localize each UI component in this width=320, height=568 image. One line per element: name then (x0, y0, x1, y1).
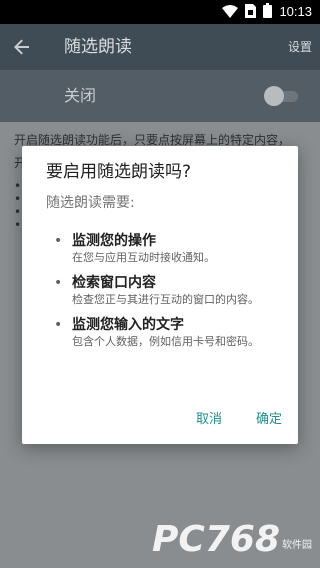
battery-icon (263, 2, 273, 22)
permission-list: • 监测您的操作 在您与应用互动时接收通知。 • 检索窗口内容 检查您正与其进行… (54, 232, 278, 358)
status-time: 10:13 (279, 4, 312, 19)
permission-title: 检索窗口内容 (72, 275, 156, 291)
page-title: 随选朗读 (64, 37, 132, 57)
permission-description: 包含个人数据，例如信用卡号和密码。 (72, 335, 259, 348)
cancel-button[interactable]: 取消 (196, 410, 222, 430)
permission-description: 检查您正与其进行互动的窗口的内容。 (72, 293, 259, 306)
dialog-subtitle: 随选朗读需要: (46, 195, 135, 211)
settings-button[interactable]: 设置 (288, 39, 312, 55)
permission-item: • 监测您输入的文字 包含个人数据，例如信用卡号和密码。 (54, 316, 278, 349)
switch-label: 关闭 (64, 86, 97, 105)
status-bar: 10:13 (0, 0, 320, 24)
master-switch-bar[interactable]: 关闭 (0, 70, 320, 122)
ok-button[interactable]: 确定 (256, 410, 282, 430)
bullet: • (54, 233, 63, 249)
status-icons: 10:13 (222, 2, 312, 22)
enable-service-dialog: 要启用随选朗读吗? 随选朗读需要: • 监测您的操作 在您与应用互动时接收通知。… (22, 146, 298, 444)
bullet: • (54, 275, 63, 291)
permission-item: • 检索窗口内容 检查您正与其进行互动的窗口的内容。 (54, 274, 278, 307)
permission-description: 在您与应用互动时接收通知。 (72, 251, 215, 264)
dialog-actions: 取消 确定 (196, 410, 282, 430)
watermark-site: 软件园 (282, 540, 312, 551)
switch-thumb[interactable] (264, 86, 284, 106)
dialog-title: 要启用随选朗读吗? (46, 162, 192, 182)
wifi-icon (222, 3, 239, 22)
back-button[interactable] (10, 35, 34, 59)
sim-icon (245, 3, 257, 22)
arrow-back-icon (14, 39, 29, 55)
app-bar: 随选朗读 设置 (0, 24, 320, 70)
watermark: PC768 软件园 (152, 522, 312, 558)
permission-title: 监测您的操作 (72, 233, 156, 249)
permission-title: 监测您输入的文字 (72, 317, 184, 333)
permission-item: • 监测您的操作 在您与应用互动时接收通知。 (54, 232, 278, 265)
bullet: • (54, 317, 63, 333)
watermark-logo: PC768 (152, 519, 280, 560)
